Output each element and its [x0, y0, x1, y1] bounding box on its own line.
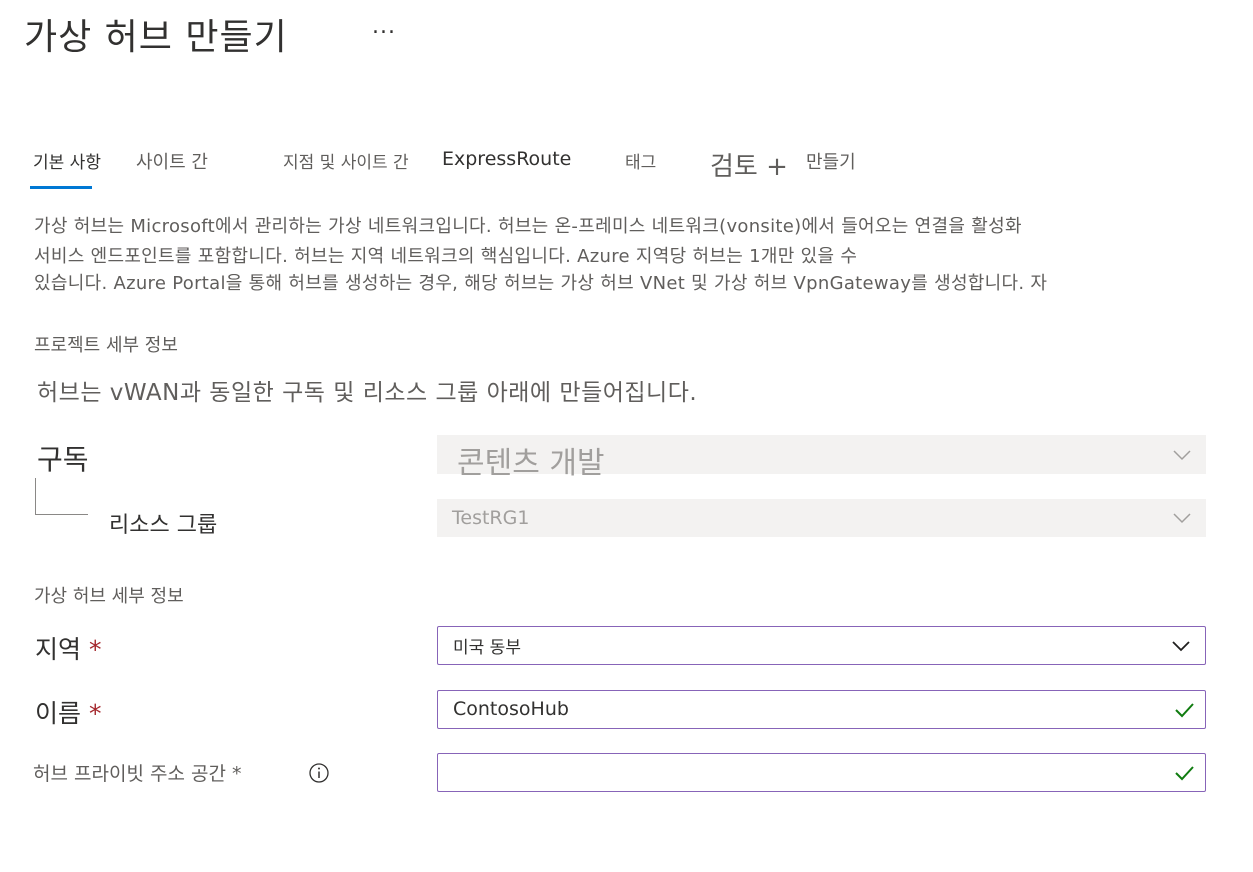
hub-details-header: 가상 허브 세부 정보 [34, 586, 184, 607]
resource-group-value: TestRG1 [452, 507, 530, 529]
info-icon[interactable] [308, 762, 330, 784]
subscription-value: 콘텐츠 개발 [457, 446, 605, 481]
checkmark-icon [1175, 765, 1194, 780]
tab-basics[interactable]: 기본 사항 [33, 148, 101, 173]
tab-create[interactable]: 만들기 [806, 148, 856, 174]
checkmark-icon [1175, 702, 1194, 717]
name-input[interactable]: ContosoHub [437, 690, 1206, 729]
more-options-button[interactable]: ... [372, 14, 396, 39]
tab-point-to-site[interactable]: 지점 및 사이트 간 [283, 148, 441, 173]
tab-expressroute[interactable]: ExpressRoute [442, 148, 571, 170]
tab-site-to-site[interactable]: 사이트 간 [136, 148, 208, 174]
address-space-label-text: 허브 프라이빗 주소 공간 [33, 763, 226, 785]
chevron-down-icon [1172, 640, 1190, 651]
chevron-down-icon [1173, 449, 1191, 460]
page-title: 가상 허브 만들기 [24, 17, 288, 58]
description-line-1: 가상 허브는 Microsoft에서 관리하는 가상 네트워크입니다. 허브는 … [34, 216, 1022, 237]
tab-review[interactable]: 검토 + [710, 146, 788, 183]
required-marker: * [88, 699, 102, 728]
description-line-3: 있습니다. Azure Portal을 통해 허브를 생성하는 경우, 해당 허… [34, 273, 1048, 294]
subscription-dropdown[interactable]: 콘텐츠 개발 [437, 435, 1206, 481]
region-label: 지역 * [35, 630, 101, 666]
required-marker: * [231, 763, 242, 785]
chevron-down-icon [1173, 513, 1191, 524]
address-space-input[interactable] [437, 753, 1206, 792]
name-label-text: 이름 [35, 699, 82, 728]
region-dropdown[interactable]: 미국 동부 [437, 626, 1206, 665]
name-value: ContosoHub [453, 698, 569, 720]
required-marker: * [88, 635, 102, 664]
tab-selected-indicator [30, 186, 92, 189]
region-value: 미국 동부 [453, 638, 521, 658]
subscription-label: 구독 [37, 443, 89, 476]
region-label-text: 지역 [35, 635, 82, 664]
name-label: 이름 * [35, 694, 101, 730]
tree-connector [35, 478, 88, 515]
project-details-header: 프로젝트 세부 정보 [34, 335, 178, 356]
project-info-text: 허브는 vWAN과 동일한 구독 및 리소스 그룹 아래에 만들어집니다. [37, 380, 698, 406]
resource-group-dropdown[interactable]: TestRG1 [437, 499, 1206, 537]
resource-group-label: 리소스 그룹 [109, 513, 218, 538]
tab-tags[interactable]: 태그 [625, 148, 656, 173]
description-line-2: 서비스 엔드포인트를 포함합니다. 허브는 지역 네트워크의 핵심입니다. Az… [34, 246, 858, 267]
address-space-label: 허브 프라이빗 주소 공간 * [33, 759, 241, 786]
